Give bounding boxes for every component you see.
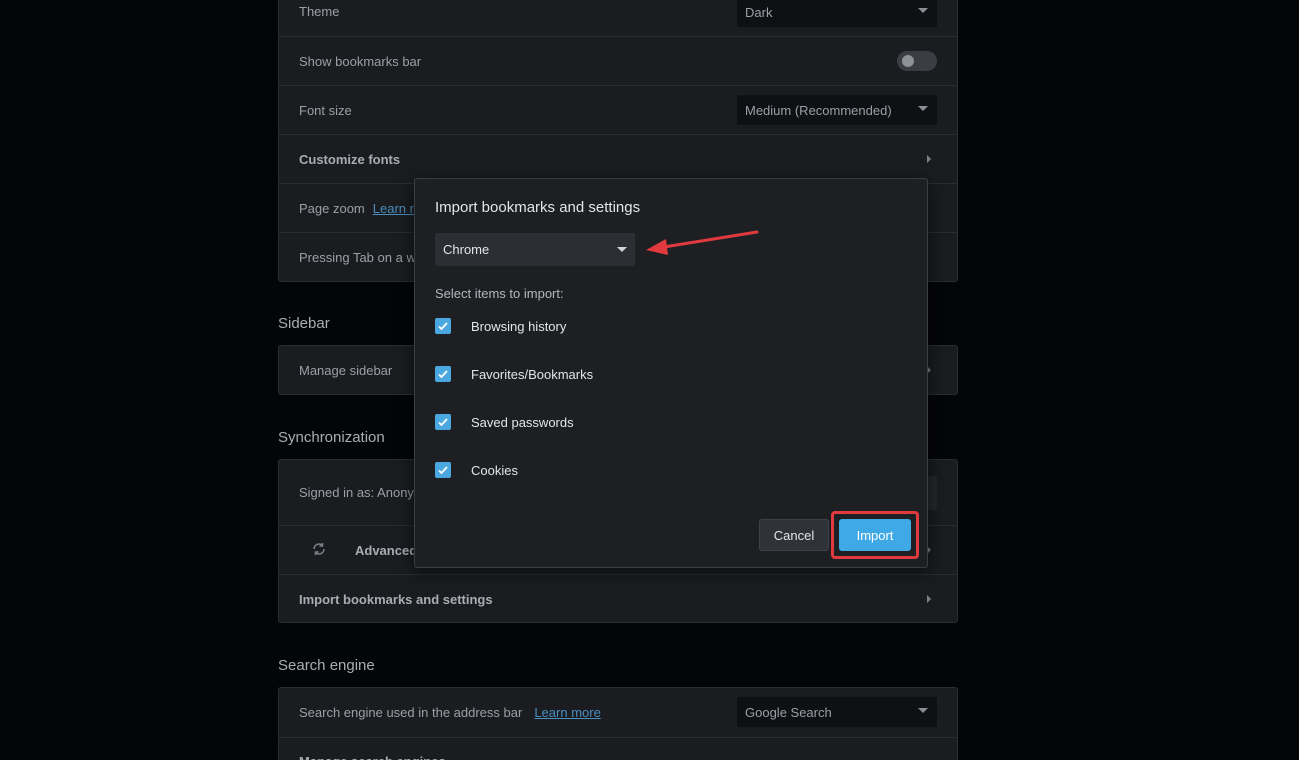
browser-select[interactable]: Chrome <box>435 233 635 266</box>
sync-section-title: Synchronization <box>278 429 385 446</box>
page-zoom-label: Page zoom Learn m <box>299 184 420 232</box>
advanced-sync-label: Advanced <box>355 542 418 558</box>
chevron-down-icon <box>918 708 928 713</box>
checkmark-icon <box>438 418 448 427</box>
bookmarks-bar-toggle[interactable] <box>897 51 937 71</box>
customize-fonts-row[interactable]: Customize fonts <box>279 134 957 183</box>
font-size-value: Medium (Recommended) <box>745 102 892 118</box>
checkmark-icon <box>438 322 448 331</box>
import-button-highlight <box>831 511 919 559</box>
search-section-title: Search engine <box>278 657 375 674</box>
cookies-checkbox[interactable] <box>435 462 451 478</box>
font-size-row: Font size Medium (Recommended) <box>279 85 957 134</box>
theme-select[interactable]: Dark <box>737 0 937 27</box>
chevron-down-icon <box>617 247 627 252</box>
saved-passwords-label: Saved passwords <box>471 415 574 430</box>
import-bookmarks-row[interactable]: Import bookmarks and settings <box>279 574 957 623</box>
bookmarks-bar-row: Show bookmarks bar <box>279 36 957 85</box>
browser-select-value: Chrome <box>443 242 490 257</box>
checkmark-icon <box>438 466 448 475</box>
import-bookmarks-label: Import bookmarks and settings <box>299 591 493 607</box>
chevron-right-icon <box>927 155 931 163</box>
theme-value: Dark <box>745 4 773 20</box>
search-engine-text: Search engine used in the address bar <box>299 705 523 720</box>
chevron-right-icon <box>927 595 931 603</box>
search-engine-select[interactable]: Google Search <box>737 697 937 727</box>
sidebar-section-title: Sidebar <box>278 315 330 332</box>
customize-fonts-label: Customize fonts <box>299 151 401 167</box>
browsing-history-label: Browsing history <box>471 319 567 334</box>
chevron-down-icon <box>918 106 928 111</box>
browsing-history-checkbox[interactable] <box>435 318 451 334</box>
search-engine-label: Search engine used in the address bar Le… <box>299 688 601 737</box>
manage-sidebar-label: Manage sidebar <box>299 362 393 378</box>
cancel-button[interactable]: Cancel <box>759 519 829 551</box>
font-size-label: Font size <box>299 102 352 118</box>
favorites-label: Favorites/Bookmarks <box>471 367 594 382</box>
arrow-annotation-icon <box>646 230 759 255</box>
manage-search-engines-label: Manage search engines <box>299 738 446 760</box>
settings-page: Theme Dark Show bookmarks bar Font size … <box>0 0 1299 760</box>
toggle-knob <box>902 55 914 67</box>
dialog-title: Import bookmarks and settings <box>435 199 641 216</box>
search-engine-row: Search engine used in the address bar Le… <box>279 688 957 737</box>
pressing-tab-label: Pressing Tab on a we <box>299 249 424 265</box>
chevron-down-icon <box>918 8 928 13</box>
search-card: Search engine used in the address bar Le… <box>278 687 958 760</box>
bookmarks-bar-label: Show bookmarks bar <box>299 53 422 69</box>
signed-in-label: Signed in as: Anonym <box>299 485 425 500</box>
sync-icon <box>311 541 327 562</box>
favorites-checkbox[interactable] <box>435 366 451 382</box>
search-learn-more-link[interactable]: Learn more <box>534 705 600 720</box>
select-items-label: Select items to import: <box>435 286 564 301</box>
saved-passwords-checkbox[interactable] <box>435 414 451 430</box>
search-engine-value: Google Search <box>745 704 832 720</box>
manage-search-engines-row[interactable]: Manage search engines <box>279 737 957 760</box>
page-zoom-text: Page zoom <box>299 200 365 216</box>
font-size-select[interactable]: Medium (Recommended) <box>737 95 937 125</box>
theme-row: Theme Dark <box>279 0 957 36</box>
checkmark-icon <box>438 370 448 379</box>
theme-label: Theme <box>299 4 340 19</box>
cookies-label: Cookies <box>471 463 518 478</box>
